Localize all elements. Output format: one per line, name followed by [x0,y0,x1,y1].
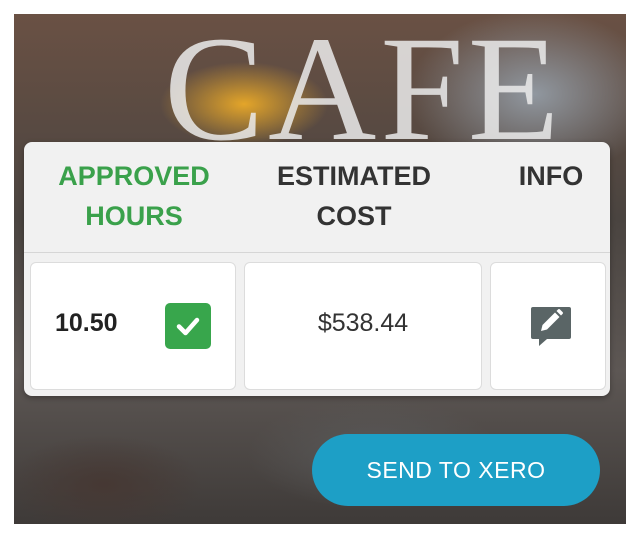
header-estimated-cost[interactable]: ESTIMATED COST [254,156,454,236]
cost-value: $538.44 [317,309,409,337]
background-photo: CAFE APPROVED HOURS ESTIMATED COST INFO … [14,14,626,524]
checkmark-icon [176,317,200,336]
timesheet-card: APPROVED HOURS ESTIMATED COST INFO 10.50… [24,142,610,396]
send-to-xero-button[interactable]: SEND TO XERO [312,434,600,506]
approved-hours-cell: 10.50 [30,262,236,390]
info-cell [490,262,606,390]
approved-checkbox[interactable] [165,303,211,349]
edit-note-button[interactable] [527,303,573,349]
estimated-cost-cell: $538.44 [244,262,482,390]
header-approved-hours[interactable]: APPROVED HOURS [44,156,224,236]
table-header: APPROVED HOURS ESTIMATED COST INFO [24,142,610,253]
header-info[interactable]: INFO [496,156,606,196]
hours-value: 10.50 [55,309,118,337]
edit-comment-icon [531,307,571,346]
